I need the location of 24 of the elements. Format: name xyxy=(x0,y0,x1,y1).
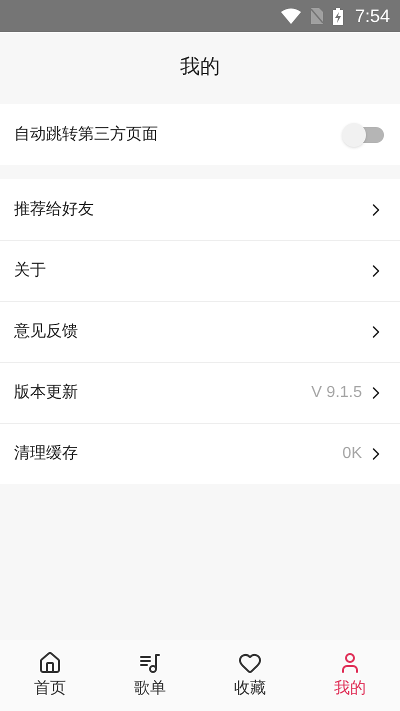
status-time: 7:54 xyxy=(354,4,390,28)
tab-item[interactable]: 歌单 xyxy=(100,640,200,711)
menu-item[interactable]: 清理缓存 0K xyxy=(0,423,400,484)
menu-value: V 9.1.5 xyxy=(311,383,362,403)
menu-label: 版本更新 xyxy=(14,382,79,403)
menu-item[interactable]: 关于 xyxy=(0,240,400,301)
no-sim-icon xyxy=(310,8,323,24)
wifi-icon xyxy=(280,8,301,24)
tab-item[interactable]: 收藏 xyxy=(200,640,300,711)
toggle-switch[interactable] xyxy=(342,122,386,146)
page-title: 我的 xyxy=(180,55,220,80)
menu-value: 0K xyxy=(342,444,362,464)
home-icon xyxy=(38,650,62,674)
setting-label: 自动跳转第三方页面 xyxy=(14,124,158,144)
menu-label: 关于 xyxy=(14,260,47,281)
battery-charging-icon xyxy=(332,8,343,24)
menu-label: 意见反馈 xyxy=(14,322,79,342)
menu-item[interactable]: 意见反馈 xyxy=(0,301,400,362)
tab-item[interactable]: 我的 xyxy=(300,640,400,711)
tab-item[interactable]: 首页 xyxy=(0,640,100,711)
menu-item[interactable]: 推荐给好友 xyxy=(0,179,400,240)
menu-label: 清理缓存 xyxy=(14,444,79,464)
menu-item[interactable]: 版本更新 V 9.1.5 xyxy=(0,362,400,423)
menu-label: 推荐给好友 xyxy=(14,200,95,220)
